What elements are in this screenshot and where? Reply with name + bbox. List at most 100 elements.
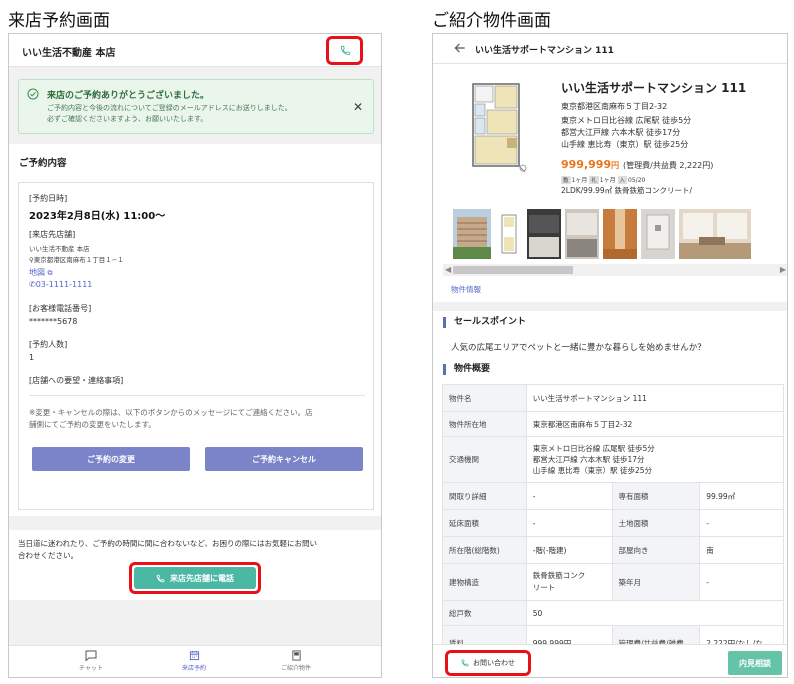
thumbnail-scrollbar[interactable]: ◀ ▶ [443,264,787,276]
cancel-reservation-button[interactable]: ご予約キャンセル [205,447,363,471]
reservation-success-alert: 来店のご予約ありがとうございました。 ご予約内容と今後の流れについてご登録のメー… [18,79,374,134]
property-overview-table: 物件名 いい生活サポートマンション 111 物件所在地 東京都港区南麻布５丁目2… [442,384,785,662]
table-label: 間取り詳細 [442,482,527,510]
table-label: 建物構造 [442,563,527,601]
left-screen-caption: 来店予約画面 [8,11,110,31]
nav-properties-label: ご紹介物件 [280,665,311,672]
store-phone-link[interactable]: ✆03-1111-1111 [29,280,92,289]
datetime-value: 2023年2月8日(水) 11:00〜 [29,211,166,222]
note-line: ※変更・キャンセルの際は、以下のボタンからのメッセージにてご連絡ください。店 [29,408,313,417]
section-title: ご予約内容 [19,158,67,169]
right-screen-caption: ご紹介物件画面 [432,11,551,31]
property-spec: 2LDK/99.99㎡ 鉄骨鉄筋コンクリート/ [561,186,693,195]
price-unit: 円 [611,161,620,170]
visit-consultation-button[interactable]: 内見相談 [728,651,782,675]
photo-thumbnail[interactable] [527,209,561,259]
nav-chat[interactable]: チャット [61,650,121,672]
table-label: 所在階(総階数) [442,536,527,564]
access-line: 都営大江戸線 六本木駅 徒歩17分 [561,128,681,137]
table-row: 所在階(総階数) -階(-階建) 部屋向き 南 [442,536,784,564]
table-row: 延床面積 - 土地面積 - [442,509,784,537]
key-money-value: 1ヶ月 [599,177,616,184]
property-detail-screen: いい生活サポートマンション 111 いい生活サポートマンション 111 東京都港… [432,33,788,678]
change-cancel-note: ※変更・キャンセルの際は、以下のボタンからのメッセージにてご連絡ください。店 舗… [29,407,365,431]
property-header-title: いい生活サポートマンション 111 [475,46,614,56]
table-value: - [699,509,784,537]
back-arrow-icon[interactable] [453,41,467,55]
table-value: 50 [525,600,785,626]
table-row: 間取り詳細 - 専有面積 99.99㎡ [442,482,784,510]
table-label: 土地面積 [611,509,701,537]
key-money-tag: 礼 [589,176,599,184]
table-value: 南 [699,536,784,564]
property-name: いい生活サポートマンション 111 [561,81,747,95]
nav-reservation[interactable]: 来店予約 [164,650,224,672]
document-icon [291,650,301,661]
photo-thumbnail-strip [453,209,787,261]
app-header: いい生活不動産 本店 [9,34,381,67]
phone-icon [340,45,351,56]
scroll-right-icon[interactable]: ▶ [780,265,786,274]
property-header: いい生活サポートマンション 111 [433,34,787,64]
deposit-value: 1ヶ月 [571,177,588,184]
price-value: 999,999 [561,158,612,171]
divider [29,395,365,396]
call-store-button[interactable]: 来店先店舗に電話 [134,567,256,589]
store-phone-number: 03-1111-1111 [35,280,93,289]
people-label: [予約人数] [29,340,68,349]
table-value: 鉄骨鉄筋コンク リート [525,563,613,601]
phone-call-button[interactable] [329,37,362,64]
photo-thumbnail[interactable] [679,209,751,259]
property-address: 東京都港区南麻布５丁目2-32 [561,102,668,111]
section-gap [433,302,787,311]
property-price: 999,999円 [561,158,619,171]
transport-line: 東京メトロ日比谷線 広尾駅 徒歩5分 [532,444,655,453]
photo-thumbnail[interactable] [565,209,599,259]
access-line: 山手線 恵比寿（東京）駅 徒歩25分 [561,140,689,149]
phone-icon [461,659,469,667]
phone-small-icon: ✆ [29,280,36,289]
bottom-navigation: チャット 来店予約 ご紹介物件 [9,645,381,677]
change-reservation-button[interactable]: ご予約の変更 [32,447,190,471]
table-value: いい生活サポートマンション 111 [525,384,785,412]
photo-thumbnail[interactable] [603,209,637,259]
store-title: いい生活不動産 本店 [22,48,116,59]
table-label: 延床面積 [442,509,527,537]
tab-property-info[interactable]: 物件情報 [451,284,481,295]
photo-thumbnail[interactable] [641,209,675,259]
floor-plan-image[interactable] [467,78,531,174]
store-name: いい生活不動産 本店 [29,245,90,253]
move-in-value: 05/20 [628,177,646,184]
help-text: 当日道に迷われたり、ご予約の時間に間に合わないなど、お困りの際にはお気軽にお問い… [18,538,374,562]
table-value: 東京メトロ日比谷線 広尾駅 徒歩5分 都営大江戸線 六本木駅 徒歩17分 山手線… [525,436,785,483]
table-label: 物件名 [442,384,527,412]
customer-phone-value: *******5678 [29,317,78,326]
sales-point-text: 人気の広尾エリアでペットと一緒に豊かな暮らしを始めませんか？ [451,343,706,353]
reservation-section-header: ご予約内容 [9,144,381,176]
nav-chat-label: チャット [79,665,103,672]
alert-body-line: ご予約内容と今後の流れについてご登録のメールアドレスにお送りしました。 [47,104,292,112]
alert-title: 来店のご予約ありがとうございました。 [47,91,210,101]
photo-thumbnail[interactable] [453,209,491,259]
scrollbar-thumb[interactable] [453,266,573,274]
table-label: 部屋向き [611,536,701,564]
table-label: 物件所在地 [442,411,527,437]
deposit-keymoney-tags: 敷 1ヶ月 礼 1ヶ月 入 05/20 [561,175,645,184]
people-value: 1 [29,353,35,362]
nav-properties[interactable]: ご紹介物件 [266,650,326,672]
map-link-label: 地図 [29,268,45,277]
table-value: - [699,563,784,601]
table-label: 築年月 [611,563,701,601]
map-link[interactable]: 地図 ⧉ [29,267,53,278]
note-line: 舗側にてご予約の変更をいたします。 [29,420,156,429]
close-icon[interactable]: ✕ [353,100,363,114]
deposit-tag: 敷 [561,176,571,184]
datetime-label: [予約日時] [29,194,68,203]
alert-body-line: 必ずご確認くださいますよう、お願いいたします。 [47,115,208,123]
inquiry-button[interactable]: お問い合わせ [449,654,527,672]
phone-icon [156,574,165,582]
table-value: 東京都港区南麻布５丁目2-32 [525,411,785,437]
photo-thumbnail[interactable] [495,209,523,259]
scroll-left-icon[interactable]: ◀ [445,265,451,274]
chat-bubble-icon [85,650,97,661]
